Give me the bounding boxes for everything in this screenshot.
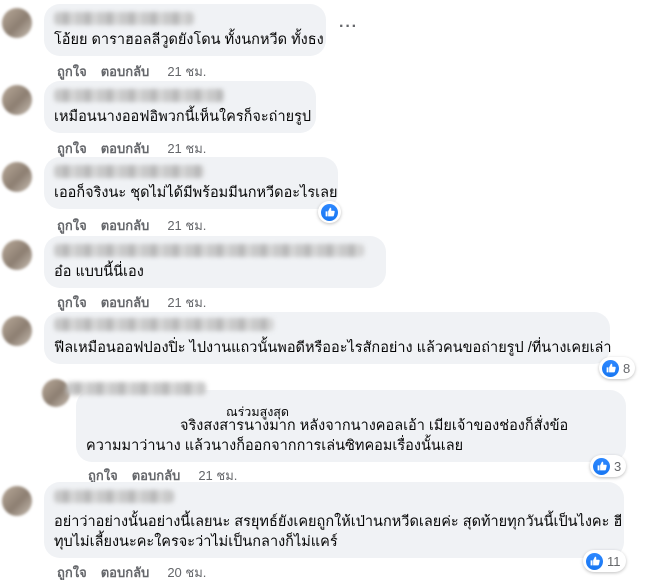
like-button[interactable]: ถูกใจ: [57, 141, 87, 156]
like-button[interactable]: ถูกใจ: [57, 295, 87, 310]
avatar[interactable]: [2, 8, 32, 38]
comment-text: ฟีลเหมือนออฟปองปิ่ะ ไปงานแถวนั้นพอดีหรือ…: [54, 340, 612, 356]
avatar[interactable]: [2, 316, 32, 346]
comment-text-line-2: ทุบไม่เลี้ยงนะคะใครจะว่าไม่เป็นกลางก็ไม่…: [54, 534, 338, 550]
timestamp[interactable]: 21 ชม.: [167, 141, 206, 156]
like-reaction-icon: [602, 359, 619, 377]
comment-actions: ถูกใจ ตอบกลับ 21 ชม.: [57, 138, 220, 159]
comment-text: อ๋อ แบบนี้นี่เอง: [54, 264, 144, 280]
commenter-name[interactable]: [66, 382, 206, 395]
avatar[interactable]: [2, 240, 32, 270]
reply-button[interactable]: ตอบกลับ: [101, 64, 150, 79]
comment-text-line-2: ความมาว่านาง แล้วนางก็ออกจากการเล่นซิทคอ…: [86, 438, 464, 454]
reaction-count[interactable]: 11: [583, 550, 626, 572]
comment-actions: ถูกใจ ตอบกลับ 21 ชม.: [57, 61, 220, 82]
comment-text-line-1: จริงสงสารนางมาก หลังจากนางคอลเอ้า เมียเจ…: [180, 418, 569, 434]
comment-bubble: อ๋อ แบบนี้นี่เอง: [44, 236, 386, 288]
like-button[interactable]: ถูกใจ: [57, 64, 87, 79]
timestamp[interactable]: 21 ชม.: [167, 295, 206, 310]
like-reaction-icon: [593, 457, 610, 475]
reaction-count[interactable]: 3: [590, 455, 627, 477]
comment-text: เออก็จริงนะ ชุดไม่ได้มีพร้อมมีนกหวีดอะไร…: [54, 185, 338, 201]
commenter-name[interactable]: [54, 318, 274, 331]
reaction-number: 11: [607, 553, 621, 569]
reaction-count[interactable]: [318, 201, 341, 223]
commenter-name[interactable]: [54, 244, 364, 257]
reply-button[interactable]: ตอบกลับ: [132, 468, 181, 483]
reaction-number: 3: [614, 458, 622, 474]
commenter-name[interactable]: [54, 12, 194, 25]
reply-button[interactable]: ตอบกลับ: [101, 295, 150, 310]
commenter-name[interactable]: [54, 490, 174, 503]
commenter-name[interactable]: [54, 165, 204, 178]
comment-bubble: อย่าว่าอย่างนั้นอย่างนี้เลยนะ สรยุทธ์ยัง…: [44, 482, 624, 558]
like-button[interactable]: ถูกใจ: [57, 565, 87, 580]
comment-text-line-1: อย่าว่าอย่างนั้นอย่างนี้เลยนะ สรยุทธ์ยัง…: [54, 514, 623, 530]
reaction-number: 8: [623, 360, 631, 376]
avatar[interactable]: [2, 486, 32, 516]
timestamp[interactable]: 21 ชม.: [198, 468, 237, 483]
reply-button[interactable]: ตอบกลับ: [101, 218, 150, 233]
commenter-name[interactable]: [54, 89, 224, 102]
like-reaction-icon: [321, 203, 338, 221]
avatar[interactable]: [2, 85, 32, 115]
comment-bubble: เออก็จริงนะ ชุดไม่ได้มีพร้อมมีนกหวีดอะไร…: [44, 157, 338, 209]
more-options-icon[interactable]: ···: [339, 18, 358, 36]
timestamp[interactable]: 21 ชม.: [167, 218, 206, 233]
avatar[interactable]: [2, 162, 32, 192]
comment-actions: ถูกใจ ตอบกลับ 21 ชม.: [57, 215, 220, 236]
comment-actions: ถูกใจ ตอบกลับ 20 ชม.: [57, 562, 220, 580]
comment-bubble: โอ้ยย ดาราฮอลลีวูดยังโดน ทั้งนกหวีด ทั้ง…: [44, 4, 326, 56]
comment-text: เหมือนนางออฟอิพวกนี้เห็นใครก็จะถ่ายรูป: [54, 109, 312, 125]
comment-bubble: เหมือนนางออฟอิพวกนี้เห็นใครก็จะถ่ายรูป: [44, 81, 316, 133]
timestamp[interactable]: 20 ชม.: [167, 565, 206, 580]
comment-actions: ถูกใจ ตอบกลับ 21 ชม.: [57, 292, 220, 313]
reaction-count[interactable]: 8: [599, 357, 636, 379]
comment-text: โอ้ยย ดาราฮอลลีวูดยังโดน ทั้งนกหวีด ทั้ง…: [54, 32, 324, 48]
like-reaction-icon: [586, 552, 603, 570]
comment-bubble: ณร่วมสูงสุด จริงสงสารนางมาก หลังจากนางคอ…: [66, 382, 626, 462]
reply-button[interactable]: ตอบกลับ: [101, 565, 150, 580]
reply-button[interactable]: ตอบกลับ: [101, 141, 150, 156]
timestamp[interactable]: 21 ชม.: [167, 64, 206, 79]
like-button[interactable]: ถูกใจ: [57, 218, 87, 233]
like-button[interactable]: ถูกใจ: [88, 468, 118, 483]
comment-bubble: ฟีลเหมือนออฟปองปิ่ะ ไปงานแถวนั้นพอดีหรือ…: [44, 312, 612, 364]
